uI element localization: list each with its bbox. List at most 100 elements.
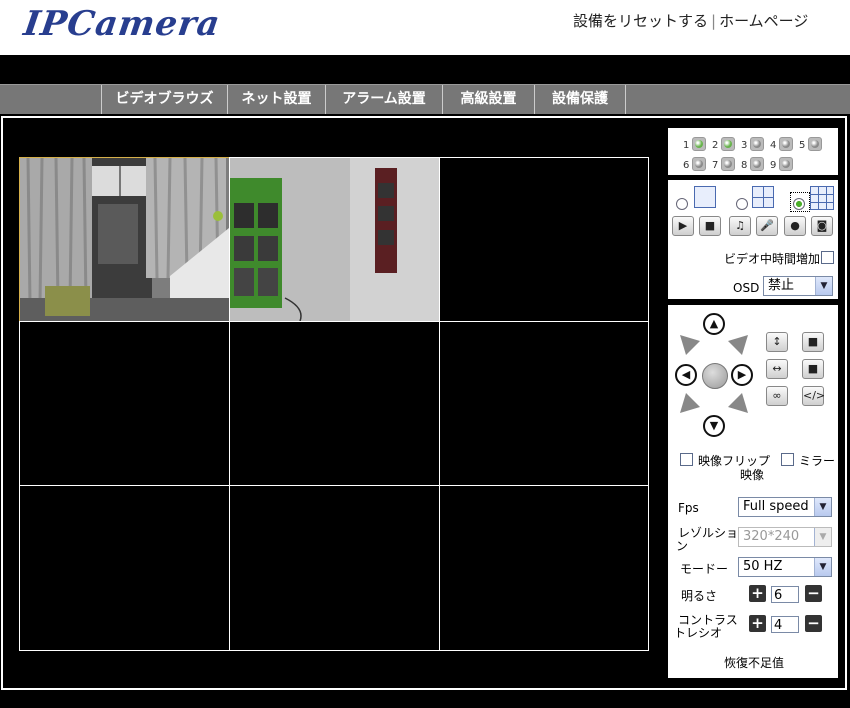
- contrast-decrease-button[interactable]: −: [805, 615, 822, 632]
- channel-number: 7: [712, 160, 719, 171]
- io-on-button[interactable]: ∞: [766, 386, 788, 406]
- resolution-label-line2: ン: [676, 539, 689, 553]
- chevron-down-icon: ▼: [815, 277, 832, 295]
- mode-select[interactable]: 50 HZ ▼: [738, 557, 832, 577]
- channel-led-icon: [782, 140, 790, 148]
- link-separator: |: [711, 12, 717, 30]
- nav-alarm-settings[interactable]: アラーム設置: [325, 85, 442, 114]
- video-cell-2[interactable]: [229, 157, 440, 322]
- header-spacer-bar: [0, 55, 850, 84]
- layout-9-radio[interactable]: [793, 198, 805, 210]
- video-time-checkbox[interactable]: [821, 251, 834, 264]
- chevron-down-icon: ▼: [814, 498, 831, 516]
- view-control-panel: ▶ ■ ♫ 🎤 ● ◙ ビデオ中時間増加 OSD 禁止 ▼: [668, 180, 838, 299]
- video-cell-5[interactable]: [229, 321, 440, 486]
- channel-3-indicator[interactable]: [750, 137, 764, 151]
- contrast-label-line2: トレシオ: [674, 626, 723, 640]
- snapshot-button[interactable]: ◙: [811, 216, 833, 236]
- channel-led-icon: [753, 160, 761, 168]
- channel-2-indicator[interactable]: [721, 137, 735, 151]
- mode-label: モードー: [680, 562, 729, 576]
- channel-number: 9: [770, 160, 777, 171]
- osd-label: OSD: [733, 281, 760, 295]
- main-nav: ビデオブラウズ ネット設置 アラーム設置 高級設置 設備保護: [0, 84, 850, 114]
- brightness-value[interactable]: 6: [771, 586, 799, 603]
- nav-video-browse[interactable]: ビデオブラウズ: [101, 85, 227, 114]
- resolution-select-value: 320*240: [743, 529, 800, 544]
- osd-select-value: 禁止: [768, 278, 795, 293]
- resolution-select[interactable]: 320*240 ▼: [738, 527, 832, 547]
- ptz-up-button[interactable]: ▲: [703, 313, 725, 335]
- video-cell-4[interactable]: [19, 321, 230, 486]
- flip-label-line2: 映像: [740, 468, 765, 482]
- channel-number: 1: [683, 140, 690, 151]
- talk-button[interactable]: 🎤: [756, 216, 778, 236]
- channel-number: 6: [683, 160, 690, 171]
- flip-checkbox[interactable]: [680, 453, 693, 466]
- chevron-down-icon: ▼: [814, 558, 831, 576]
- logo: IPCamera: [21, 4, 223, 44]
- video-cell-7[interactable]: [19, 485, 230, 651]
- layout-4-radio[interactable]: [736, 198, 748, 210]
- nav-network-settings[interactable]: ネット設置: [227, 85, 325, 114]
- layout-1-radio[interactable]: [676, 198, 688, 210]
- channel-led-icon: [724, 140, 732, 148]
- reset-device-link[interactable]: 設備をリセットする: [573, 12, 708, 30]
- camera-feed-2: [230, 158, 439, 321]
- channel-number: 5: [799, 140, 806, 151]
- horizontal-patrol-button[interactable]: ↔: [766, 359, 788, 379]
- channel-number: 8: [741, 160, 748, 171]
- home-link[interactable]: ホームページ: [719, 12, 808, 30]
- nav-device-maintenance[interactable]: 設備保護: [534, 85, 626, 114]
- channel-number: 4: [770, 140, 777, 151]
- fps-select[interactable]: Full speed ▼: [738, 497, 832, 517]
- osd-select[interactable]: 禁止 ▼: [763, 276, 833, 296]
- stop-button[interactable]: ■: [699, 216, 721, 236]
- top-links: 設備をリセットする | ホームページ: [573, 10, 808, 31]
- video-cell-8[interactable]: [229, 485, 440, 651]
- mirror-checkbox[interactable]: [781, 453, 794, 466]
- io-off-button[interactable]: </>: [802, 386, 825, 406]
- stop-horizontal-button[interactable]: ■: [802, 359, 824, 379]
- ptz-diagonal-arrows[interactable]: [680, 335, 750, 415]
- contrast-increase-button[interactable]: +: [749, 615, 766, 632]
- video-cell-3[interactable]: [439, 157, 649, 322]
- channel-number: 3: [741, 140, 748, 151]
- video-grid: [19, 157, 649, 651]
- video-cell-6[interactable]: [439, 321, 649, 486]
- nav-advanced-settings[interactable]: 高級設置: [442, 85, 534, 114]
- video-cell-1[interactable]: [19, 157, 230, 322]
- listen-button[interactable]: ♫: [729, 216, 751, 236]
- video-cell-9[interactable]: [439, 485, 649, 651]
- vertical-patrol-button[interactable]: ↕: [766, 332, 788, 352]
- video-time-label: ビデオ中時間増加: [723, 252, 820, 266]
- layout-4-icon[interactable]: [752, 186, 774, 208]
- channel-9-indicator[interactable]: [779, 157, 793, 171]
- record-button[interactable]: ●: [784, 216, 806, 236]
- contrast-value[interactable]: 4: [771, 616, 799, 633]
- play-button[interactable]: ▶: [672, 216, 694, 236]
- stop-vertical-button[interactable]: ■: [802, 332, 824, 352]
- camera-feed-1: [20, 158, 229, 321]
- channel-led-icon: [782, 160, 790, 168]
- layout-1-icon[interactable]: [694, 186, 716, 208]
- channel-4-indicator[interactable]: [779, 137, 793, 151]
- brightness-increase-button[interactable]: +: [749, 585, 766, 602]
- fps-label: Fps: [678, 501, 699, 515]
- channel-8-indicator[interactable]: [750, 157, 764, 171]
- brightness-decrease-button[interactable]: −: [805, 585, 822, 602]
- channel-led-icon: [724, 160, 732, 168]
- channel-5-indicator[interactable]: [808, 137, 822, 151]
- restore-defaults-link[interactable]: 恢復不足值: [724, 654, 784, 671]
- channel-panel: 1 2 3 4 5 6 7 8 9: [668, 128, 838, 175]
- channel-1-indicator[interactable]: [692, 137, 706, 151]
- header: IPCamera 設備をリセットする | ホームページ: [0, 0, 850, 55]
- layout-9-icon[interactable]: [810, 186, 834, 210]
- ptz-down-button[interactable]: ▼: [703, 415, 725, 437]
- mirror-label: ミラー: [799, 454, 836, 468]
- channel-6-indicator[interactable]: [692, 157, 706, 171]
- channel-7-indicator[interactable]: [721, 157, 735, 171]
- channel-led-icon: [695, 160, 703, 168]
- mode-select-value: 50 HZ: [743, 559, 783, 574]
- channel-led-icon: [695, 140, 703, 148]
